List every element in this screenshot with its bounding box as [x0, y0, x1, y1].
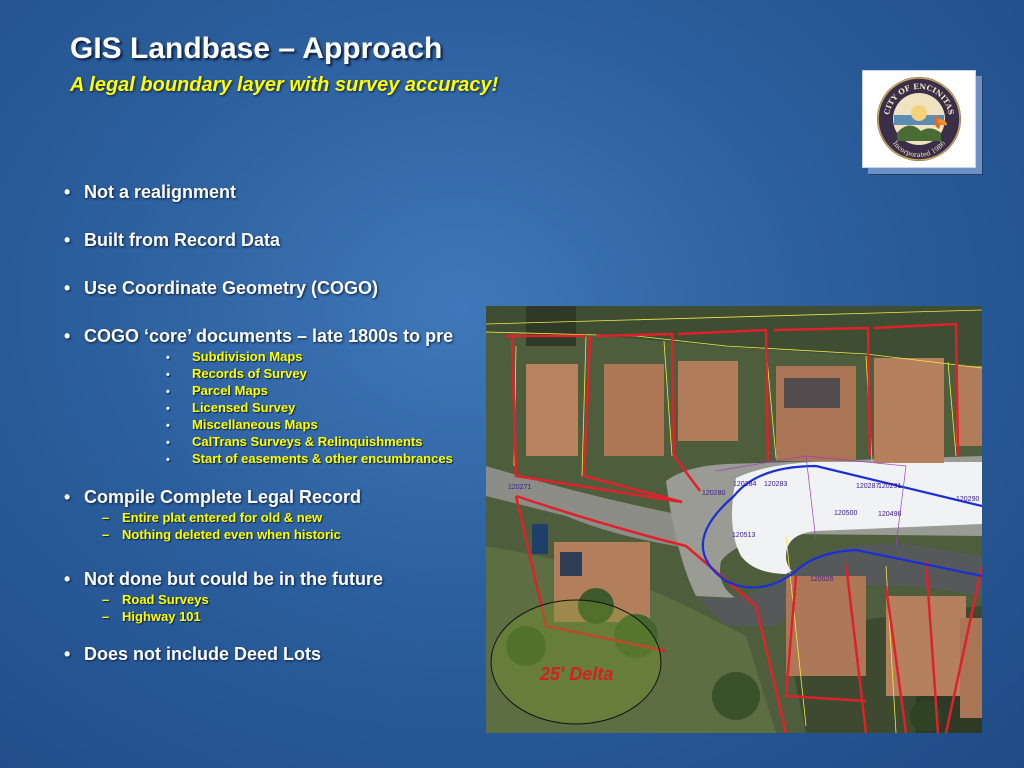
dash-marker: –: [102, 527, 110, 542]
sub-bullet-item: • Licensed Survey: [166, 400, 295, 415]
sub-bullet-marker: •: [166, 454, 170, 466]
parcel-number-label: 120496: [878, 511, 902, 518]
slide-subtitle: A legal boundary layer with survey accur…: [70, 74, 499, 96]
bullet-item: • Not a realignment: [64, 182, 236, 203]
parcel-number-label: 120271: [508, 484, 532, 491]
sub-bullet-item: • Parcel Maps: [166, 383, 268, 398]
parcel-number-label: 120283: [764, 481, 788, 488]
sub-bullet-text: Start of easements & other encumbrances: [192, 451, 453, 466]
sub-bullet-item: • Records of Survey: [166, 366, 307, 381]
bullet-marker: •: [64, 326, 71, 346]
parcel-number-label: 120287: [856, 483, 880, 490]
sub-bullet-text: Parcel Maps: [192, 383, 268, 398]
sub-bullet-text: Highway 101: [122, 609, 201, 624]
slide-title: GIS Landbase – Approach: [70, 32, 443, 65]
sub-bullet-text: Records of Survey: [192, 366, 307, 381]
bullet-text: COGO ‘core’ documents – late 1800s to pr…: [84, 326, 454, 346]
sub-bullet-text: Subdivision Maps: [192, 349, 303, 364]
parcel-number-label: 120280: [702, 490, 726, 497]
parcel-number-label: 120291: [878, 483, 902, 490]
sub-bullet-marker: •: [166, 369, 170, 381]
sub-bullet-marker: •: [166, 420, 170, 432]
bullet-text: Not done but could be in the future: [84, 569, 383, 589]
sub-bullet-item: – Highway 101: [102, 609, 201, 624]
sub-bullet-item: – Road Surveys: [102, 592, 209, 607]
sub-bullet-marker: •: [166, 437, 170, 449]
dash-marker: –: [102, 609, 110, 624]
sub-bullet-item: – Entire plat entered for old & new: [102, 510, 322, 525]
sub-bullet-text: Nothing deleted even when historic: [122, 527, 341, 542]
sub-bullet-marker: •: [166, 352, 170, 364]
bullet-marker: •: [64, 278, 71, 298]
city-seal-logo: CITY OF ENCINITAS Incorporated 1986: [862, 70, 976, 168]
bullet-text: Built from Record Data: [84, 230, 281, 250]
sub-bullet-item: – Nothing deleted even when historic: [102, 527, 341, 542]
sub-bullet-item: • CalTrans Surveys & Relinquishments: [166, 434, 422, 449]
dash-marker: –: [102, 510, 110, 525]
sub-bullet-marker: •: [166, 403, 170, 415]
sub-bullet-text: CalTrans Surveys & Relinquishments: [192, 434, 423, 449]
sub-bullet-item: • Miscellaneous Maps: [166, 417, 318, 432]
sub-bullet-text: Entire plat entered for old & new: [122, 510, 323, 525]
sub-bullet-marker: •: [166, 386, 170, 398]
bullet-item: • Does not include Deed Lots: [64, 644, 321, 665]
bullet-marker: •: [64, 569, 71, 589]
bullet-item: • COGO ‘core’ documents – late 1800s to p…: [64, 326, 453, 347]
bullet-marker: •: [64, 487, 71, 507]
parcel-number-label: 120513: [732, 532, 756, 539]
parcel-number-label: 120290: [956, 496, 980, 503]
bullet-item: • Not done but could be in the future: [64, 569, 383, 590]
parcel-number-label: 120026: [810, 576, 834, 583]
bullet-marker: •: [64, 644, 71, 664]
sub-bullet-text: Road Surveys: [122, 592, 209, 607]
delta-annotation-label: 25' Delta: [540, 664, 614, 684]
city-of-encinitas-seal-icon: CITY OF ENCINITAS Incorporated 1986: [877, 77, 961, 161]
sub-bullet-text: Miscellaneous Maps: [192, 417, 318, 432]
aerial-parcel-map: 120284 120283 120287 120291 120290 12028…: [486, 306, 982, 733]
bullet-item: • Compile Complete Legal Record: [64, 487, 361, 508]
sub-bullet-item: • Subdivision Maps: [166, 349, 303, 364]
parcel-number-label: 120284: [733, 481, 757, 488]
sub-bullet-text: Licensed Survey: [192, 400, 296, 415]
dash-marker: –: [102, 592, 110, 607]
parcel-number-label: 120500: [834, 510, 858, 517]
sub-bullet-item: • Start of easements & other encumbrances: [166, 451, 453, 466]
bullet-text: Compile Complete Legal Record: [84, 487, 362, 507]
bullet-text: Not a realignment: [84, 182, 237, 202]
bullet-text: Use Coordinate Geometry (COGO): [84, 278, 379, 298]
bullet-item: • Use Coordinate Geometry (COGO): [64, 278, 378, 299]
bullet-marker: •: [64, 182, 71, 202]
bullet-text: Does not include Deed Lots: [84, 644, 322, 664]
bullet-item: • Built from Record Data: [64, 230, 280, 251]
bullet-marker: •: [64, 230, 71, 250]
